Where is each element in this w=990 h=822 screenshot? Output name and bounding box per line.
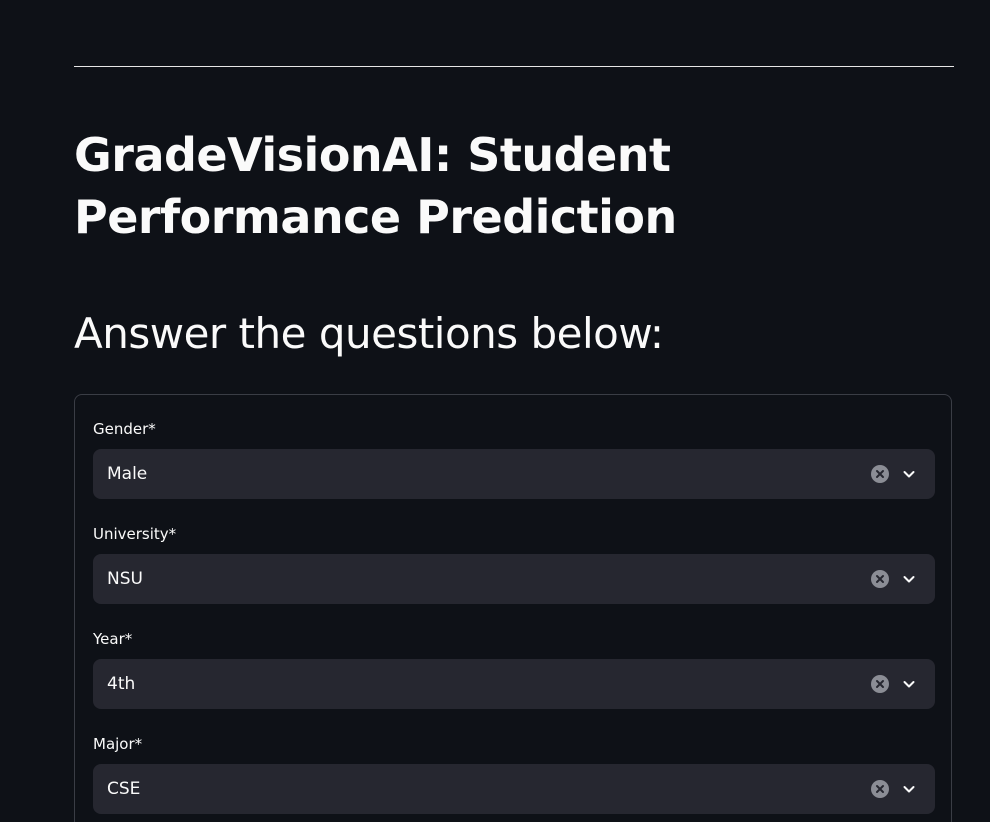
university-field: University* NSU [93,524,935,604]
university-select[interactable]: NSU [93,554,935,604]
top-divider [74,66,954,67]
chevron-down-icon[interactable] [901,571,917,587]
questions-form: Gender* Male University* NSU Year* 4th M… [74,394,952,822]
gender-label: Gender* [93,420,156,438]
year-value: 4th [107,674,136,694]
major-value: CSE [107,779,141,799]
clear-icon[interactable] [871,780,889,798]
clear-icon[interactable] [871,675,889,693]
year-label: Year* [93,630,133,648]
year-field: Year* 4th [93,629,935,709]
app-page: GradeVisionAI: Student Performance Predi… [0,0,990,822]
year-select[interactable]: 4th [93,659,935,709]
chevron-down-icon[interactable] [901,781,917,797]
gender-field: Gender* Male [93,419,935,499]
university-label: University* [93,525,177,543]
page-subtitle: Answer the questions below: [74,309,664,358]
major-label: Major* [93,735,143,753]
university-value: NSU [107,569,143,589]
major-select[interactable]: CSE [93,764,935,814]
gender-value: Male [107,464,148,484]
gender-select[interactable]: Male [93,449,935,499]
clear-icon[interactable] [871,570,889,588]
chevron-down-icon[interactable] [901,676,917,692]
clear-icon[interactable] [871,465,889,483]
major-field: Major* CSE [93,734,935,814]
page-title: GradeVisionAI: Student Performance Predi… [74,128,677,244]
chevron-down-icon[interactable] [901,466,917,482]
